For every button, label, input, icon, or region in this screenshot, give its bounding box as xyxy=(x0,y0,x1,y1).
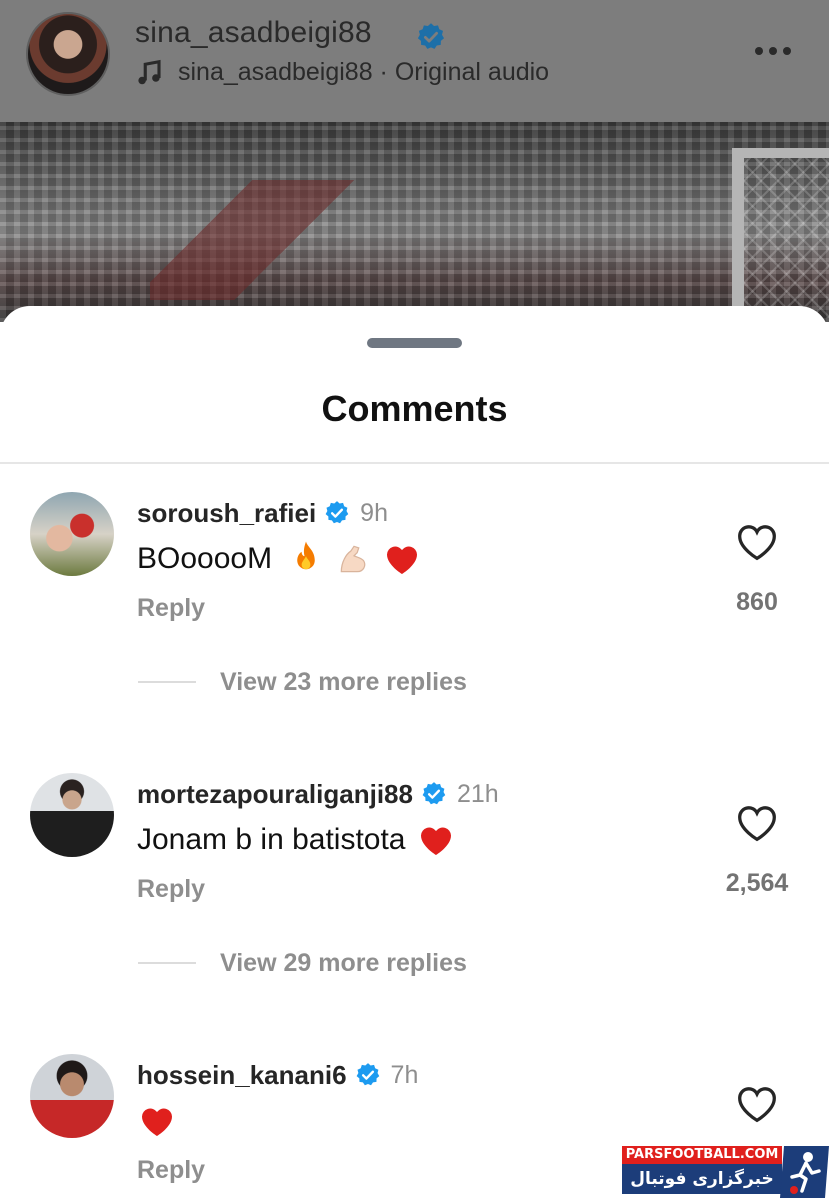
avatar[interactable] xyxy=(30,773,114,857)
view-replies-button[interactable]: View 23 more replies xyxy=(138,667,467,697)
verified-badge-icon xyxy=(422,782,446,805)
comment-timestamp: 9h xyxy=(360,498,388,527)
more-options-icon[interactable] xyxy=(748,38,798,64)
like-heart-icon[interactable] xyxy=(735,803,779,843)
verified-badge-icon xyxy=(325,501,349,524)
comment-timestamp: 21h xyxy=(456,779,499,808)
flexed-biceps-emoji-icon xyxy=(334,539,374,579)
comment-username[interactable]: hossein_kanani6 xyxy=(137,1060,347,1091)
reply-button[interactable]: Reply xyxy=(137,1156,205,1185)
red-heart-emoji-icon xyxy=(382,539,422,579)
comment-text: BOooooM xyxy=(137,538,422,580)
stadium-seats-decor xyxy=(150,180,370,300)
red-heart-emoji-icon xyxy=(137,1101,177,1141)
comments-title: Comments xyxy=(321,388,508,429)
parsfootball-watermark: PARSFOOTBALL.COM خبرگزاری فوتبال ایران xyxy=(622,1146,829,1200)
avatar[interactable] xyxy=(30,492,114,576)
goal-post-decor xyxy=(732,148,829,318)
comment-username[interactable]: soroush_rafiei xyxy=(137,498,316,529)
reply-button[interactable]: Reply xyxy=(137,594,205,623)
comment-text-body: Jonam b in batistota xyxy=(137,823,406,856)
reply-button[interactable]: Reply xyxy=(137,875,205,904)
original-audio-label[interactable]: sina_asadbeigi88 · Original audio xyxy=(178,58,549,87)
view-replies-label: View 29 more replies xyxy=(220,948,467,977)
like-heart-icon[interactable] xyxy=(735,1084,779,1124)
parsfootball-logo-icon xyxy=(780,1146,829,1198)
comments-sheet: Comments soroush_rafiei 9h BOooooM Reply xyxy=(0,306,829,1200)
watermark-site: PARSFOOTBALL.COM xyxy=(622,1146,782,1164)
verified-badge-icon xyxy=(356,1063,379,1086)
comment-text xyxy=(137,1100,177,1142)
fire-emoji-icon xyxy=(286,539,326,579)
replies-divider-line xyxy=(138,962,196,964)
view-replies-button[interactable]: View 29 more replies xyxy=(138,948,467,978)
comment-timestamp: 7h xyxy=(390,1060,419,1089)
replies-divider-line xyxy=(138,681,196,683)
comment-text-body: BOooooM xyxy=(137,542,273,575)
post-header: sina_asadbeigi88 sina_asadbeigi88 · Orig… xyxy=(0,0,829,122)
comment-item: soroush_rafiei 9h BOooooM Reply 860 xyxy=(0,492,829,692)
post-author-avatar[interactable] xyxy=(26,12,110,96)
watermark-tagline: خبرگزاری فوتبال ایران xyxy=(622,1164,782,1200)
comment-item: mortezapouraliganji88 21h Jonam b in bat… xyxy=(0,773,829,973)
view-replies-label: View 23 more replies xyxy=(220,667,467,696)
avatar[interactable] xyxy=(30,1054,114,1138)
music-note-icon xyxy=(138,59,161,85)
comment-username[interactable]: mortezapouraliganji88 xyxy=(137,779,413,810)
comment-text: Jonam b in batistota xyxy=(137,819,456,861)
like-heart-icon[interactable] xyxy=(735,522,779,562)
post-author-username[interactable]: sina_asadbeigi88 xyxy=(135,16,372,50)
verified-badge-icon xyxy=(417,23,444,49)
like-count: 860 xyxy=(736,588,778,616)
video-background xyxy=(0,122,829,322)
title-divider xyxy=(0,462,829,464)
like-count: 2,564 xyxy=(725,869,789,897)
sheet-drag-handle[interactable] xyxy=(367,338,462,348)
red-heart-emoji-icon xyxy=(416,820,456,860)
